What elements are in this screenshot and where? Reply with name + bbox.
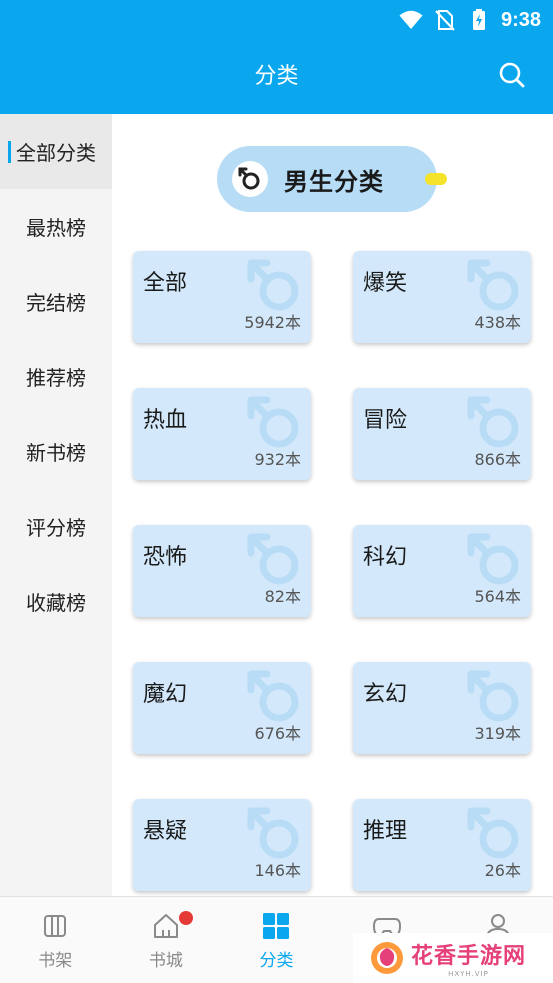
male-symbol-icon bbox=[467, 533, 519, 585]
male-symbol-icon bbox=[247, 533, 299, 585]
battery-charging-icon bbox=[472, 9, 485, 30]
sidebar-item-all[interactable]: 全部分类 bbox=[0, 114, 112, 189]
male-symbol-icon bbox=[247, 670, 299, 722]
category-count: 932本 bbox=[254, 450, 301, 469]
male-symbol-icon bbox=[247, 807, 299, 859]
male-symbol-icon bbox=[232, 161, 268, 197]
male-symbol-icon bbox=[467, 259, 519, 311]
category-name: 冒险 bbox=[363, 408, 408, 433]
category-count: 438本 bbox=[474, 313, 521, 332]
category-count: 866本 bbox=[474, 450, 521, 469]
category-card[interactable]: 悬疑 146本 bbox=[133, 799, 311, 891]
nav-label: 书城 bbox=[148, 951, 183, 971]
sidebar-item-label: 收藏榜 bbox=[26, 591, 86, 615]
category-count: 146本 bbox=[254, 861, 301, 880]
sidebar-item-label: 全部分类 bbox=[16, 141, 96, 165]
nav-bookstore[interactable]: 书城 bbox=[111, 897, 222, 983]
category-card[interactable]: 冒险 866本 bbox=[353, 388, 531, 480]
indicator-dot bbox=[425, 173, 447, 185]
flower-logo-icon bbox=[371, 942, 403, 974]
sidebar-item-recommended[interactable]: 推荐榜 bbox=[0, 339, 112, 414]
sidebar-item-rating[interactable]: 评分榜 bbox=[0, 489, 112, 564]
male-symbol-icon bbox=[467, 670, 519, 722]
category-count: 26本 bbox=[484, 861, 521, 880]
sidebar-item-hottest[interactable]: 最热榜 bbox=[0, 189, 112, 264]
category-name: 全部 bbox=[143, 271, 188, 296]
category-name: 恐怖 bbox=[143, 545, 188, 570]
category-content: 男生分类 全部 5942本 爆笑 438本 热血 932本 冒险 866本 恐怖… bbox=[112, 114, 553, 896]
notification-badge bbox=[178, 911, 193, 925]
nav-bookshelf[interactable]: 书架 bbox=[0, 897, 111, 983]
watermark-text: 花香手游网 bbox=[411, 944, 527, 969]
category-card[interactable]: 推理 26本 bbox=[353, 799, 531, 891]
category-name: 悬疑 bbox=[143, 819, 188, 844]
category-name: 玄幻 bbox=[363, 682, 408, 707]
category-card[interactable]: 恐怖 82本 bbox=[133, 525, 311, 617]
sidebar-item-label: 评分榜 bbox=[26, 516, 86, 540]
category-name: 热血 bbox=[143, 408, 188, 433]
category-card[interactable]: 爆笑 438本 bbox=[353, 251, 531, 343]
sidebar-item-completed[interactable]: 完结榜 bbox=[0, 264, 112, 339]
sidebar-item-label: 最热榜 bbox=[26, 216, 86, 240]
category-count: 5942本 bbox=[244, 313, 301, 332]
home-icon bbox=[153, 914, 178, 938]
category-name: 魔幻 bbox=[143, 682, 188, 707]
page-title: 分类 bbox=[254, 64, 299, 89]
sidebar-item-new[interactable]: 新书榜 bbox=[0, 414, 112, 489]
gender-label: 男生分类 bbox=[284, 167, 384, 196]
category-name: 爆笑 bbox=[363, 271, 408, 296]
category-count: 82本 bbox=[264, 587, 301, 606]
search-icon[interactable] bbox=[497, 60, 527, 90]
male-symbol-icon bbox=[247, 396, 299, 448]
sidebar: 全部分类 最热榜 完结榜 推荐榜 新书榜 评分榜 收藏榜 bbox=[0, 114, 112, 896]
nav-label: 书架 bbox=[38, 951, 73, 971]
watermark-subtext: HXYH.VIP bbox=[448, 970, 489, 978]
no-sim-icon bbox=[435, 10, 455, 31]
nav-category[interactable]: 分类 bbox=[221, 897, 332, 983]
nav-label: 分类 bbox=[259, 951, 294, 971]
sidebar-item-label: 完结榜 bbox=[26, 291, 86, 315]
category-card[interactable]: 魔幻 676本 bbox=[133, 662, 311, 754]
category-count: 564本 bbox=[474, 587, 521, 606]
status-bar: 9:38 bbox=[399, 0, 541, 40]
category-count: 676本 bbox=[254, 724, 301, 743]
bookshelf-icon bbox=[44, 915, 67, 937]
category-card[interactable]: 热血 932本 bbox=[133, 388, 311, 480]
category-name: 推理 bbox=[363, 819, 408, 844]
sidebar-item-label: 新书榜 bbox=[26, 441, 86, 465]
male-symbol-icon bbox=[467, 396, 519, 448]
category-card[interactable]: 玄幻 319本 bbox=[353, 662, 531, 754]
app-bar: 9:38 分类 bbox=[0, 0, 553, 114]
category-card[interactable]: 科幻 564本 bbox=[353, 525, 531, 617]
sidebar-item-label: 推荐榜 bbox=[26, 366, 86, 390]
male-symbol-icon bbox=[467, 807, 519, 859]
gender-toggle-button[interactable]: 男生分类 bbox=[217, 146, 447, 212]
sidebar-item-favorites[interactable]: 收藏榜 bbox=[0, 564, 112, 639]
category-name: 科幻 bbox=[363, 545, 408, 570]
watermark: 花香手游网 HXYH.VIP bbox=[353, 933, 553, 983]
category-card[interactable]: 全部 5942本 bbox=[133, 251, 311, 343]
category-grid-icon bbox=[263, 913, 290, 939]
wifi-icon bbox=[399, 10, 423, 29]
male-symbol-icon bbox=[247, 259, 299, 311]
category-count: 319本 bbox=[474, 724, 521, 743]
status-time: 9:38 bbox=[500, 8, 541, 31]
